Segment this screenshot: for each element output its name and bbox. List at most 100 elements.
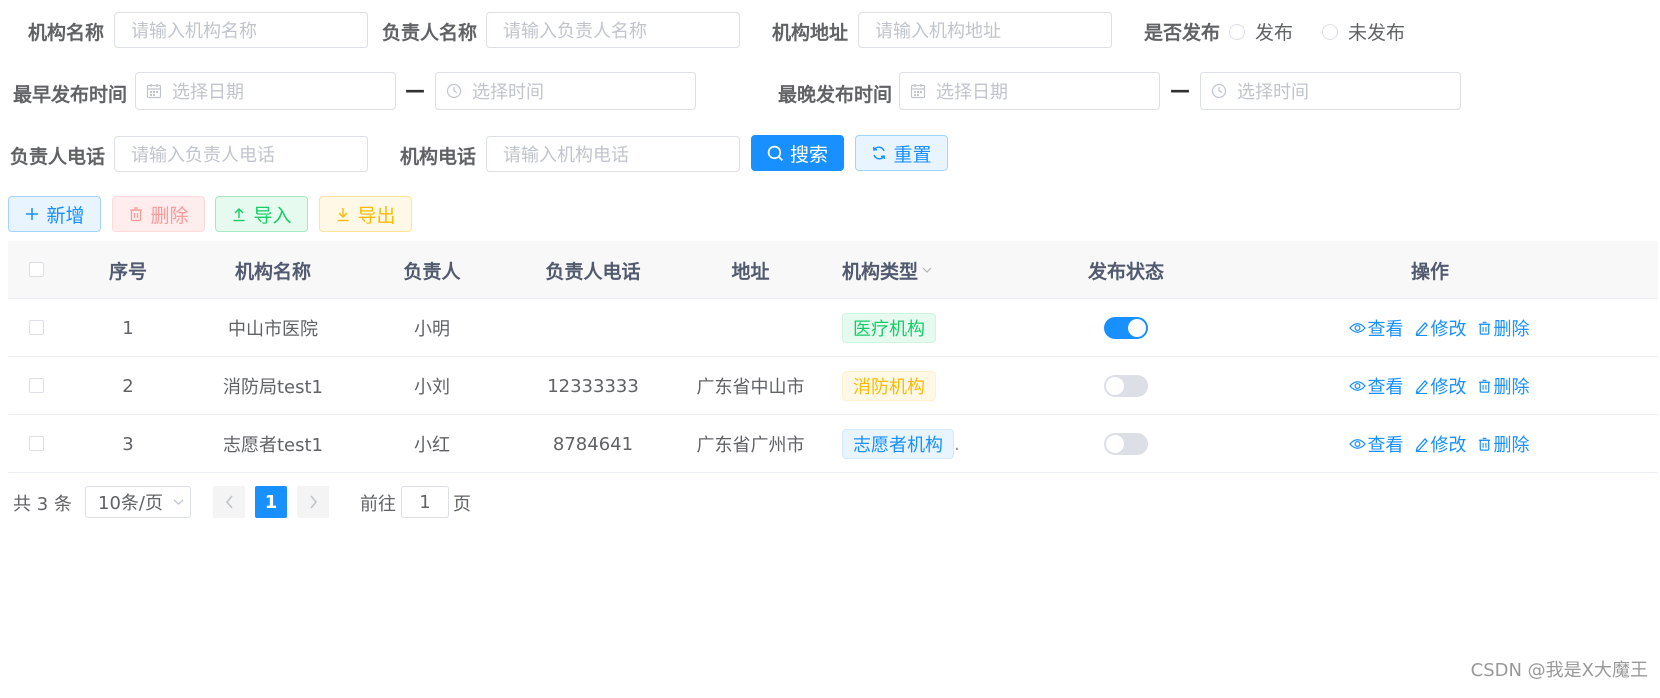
upload-icon xyxy=(231,206,247,222)
column-header-phone: 负责人电话 xyxy=(545,260,641,283)
cell-address xyxy=(688,299,813,357)
page-size-value: 10条/页 xyxy=(98,493,163,514)
cell-phone: 8784641 xyxy=(552,433,634,455)
page-size-select[interactable]: 10条/页 xyxy=(85,486,191,518)
cell-address: 广东省广州市 xyxy=(696,435,805,456)
publish-toggle[interactable] xyxy=(1104,375,1148,397)
refresh-icon xyxy=(871,145,887,161)
row-checkbox[interactable] xyxy=(29,436,44,451)
earliest-date-picker[interactable]: 选择日期 xyxy=(135,72,396,110)
cell-type: 医疗机构 xyxy=(842,299,1042,357)
pencil-icon xyxy=(1414,436,1429,452)
pencil-icon xyxy=(1414,320,1429,336)
cell-address: 广东省中山市 xyxy=(696,377,805,398)
earliest-time-placeholder: 选择时间 xyxy=(472,82,544,103)
earliest-time-picker[interactable]: 选择时间 xyxy=(435,72,696,110)
latest-date-picker[interactable]: 选择日期 xyxy=(899,72,1160,110)
view-label: 查看 xyxy=(1367,435,1404,456)
cell-type: 消防机构 xyxy=(842,357,1042,415)
edit-link[interactable]: 修改 xyxy=(1414,315,1467,341)
leader-phone-input[interactable]: 请输入负责人电话 xyxy=(114,136,368,172)
eye-icon xyxy=(1348,379,1366,393)
column-header-status: 发布状态 xyxy=(1087,260,1164,283)
cell-index: 3 xyxy=(122,433,134,455)
delete-label: 删除 xyxy=(1493,435,1530,456)
cell-leader: 小红 xyxy=(414,435,450,456)
table-row: 1 中山市医院 小明 医疗机构 查看 修改 删除 xyxy=(8,299,1658,357)
org-name-input[interactable]: 请输入机构名称 xyxy=(114,12,368,48)
reset-button[interactable]: 重置 xyxy=(855,135,948,171)
next-page-button[interactable] xyxy=(297,486,329,518)
earliest-range-separator: — xyxy=(405,78,425,102)
radio-published-label: 发布 xyxy=(1255,22,1294,44)
eye-icon xyxy=(1348,321,1366,335)
cell-phone: 12333333 xyxy=(547,375,639,397)
delete-link[interactable]: 删除 xyxy=(1477,373,1530,399)
column-header-index: 序号 xyxy=(108,260,147,283)
clock-icon xyxy=(446,83,468,99)
search-button[interactable]: 搜索 xyxy=(751,135,844,171)
reset-button-label: 重置 xyxy=(893,143,932,166)
edit-link[interactable]: 修改 xyxy=(1414,373,1467,399)
view-label: 查看 xyxy=(1367,319,1404,340)
cell-leader: 小刘 xyxy=(414,377,450,398)
chevron-right-icon xyxy=(309,495,318,509)
publish-toggle[interactable] xyxy=(1104,433,1148,455)
trash-icon xyxy=(1477,436,1492,452)
type-tag: 消防机构 xyxy=(842,371,936,401)
cell-name: 志愿者test1 xyxy=(222,435,324,456)
cell-type: 志愿者机构 . xyxy=(842,415,1042,473)
org-address-label: 机构地址 xyxy=(772,22,849,44)
trash-icon xyxy=(1477,320,1492,336)
org-address-input[interactable]: 请输入机构地址 xyxy=(858,12,1112,48)
add-button[interactable]: 新增 xyxy=(8,196,101,232)
latest-time-picker[interactable]: 选择时间 xyxy=(1200,72,1461,110)
calendar-icon xyxy=(910,83,932,99)
leader-phone-label: 负责人电话 xyxy=(10,146,106,168)
edit-link[interactable]: 修改 xyxy=(1414,431,1467,457)
export-button[interactable]: 导出 xyxy=(319,196,412,232)
delete-button[interactable]: 删除 xyxy=(112,196,205,232)
export-button-label: 导出 xyxy=(357,204,396,227)
column-header-leader: 负责人 xyxy=(403,260,461,283)
type-tag: 医疗机构 xyxy=(842,313,936,343)
radio-published[interactable]: 发布 xyxy=(1229,18,1293,45)
org-phone-input[interactable]: 请输入机构电话 xyxy=(486,136,740,172)
row-checkbox[interactable] xyxy=(29,320,44,335)
latest-time-label: 最晚发布时间 xyxy=(778,84,893,106)
table-row: 2 消防局test1 小刘 12333333 广东省中山市 消防机构 查看 修改… xyxy=(8,357,1658,415)
pencil-icon xyxy=(1414,378,1429,394)
chevron-down-icon xyxy=(173,498,184,506)
leader-name-input[interactable]: 请输入负责人名称 xyxy=(486,12,740,48)
chevron-left-icon xyxy=(225,495,234,509)
cell-leader: 小明 xyxy=(414,319,450,340)
publish-toggle[interactable] xyxy=(1104,317,1148,339)
org-name-label: 机构名称 xyxy=(28,22,105,44)
eye-icon xyxy=(1348,437,1366,451)
delete-link[interactable]: 删除 xyxy=(1477,315,1530,341)
delete-button-label: 删除 xyxy=(150,204,189,227)
download-icon xyxy=(335,206,351,222)
view-link[interactable]: 查看 xyxy=(1348,315,1404,341)
view-link[interactable]: 查看 xyxy=(1348,373,1404,399)
cell-status xyxy=(1066,415,1186,473)
search-button-label: 搜索 xyxy=(789,143,828,166)
import-button[interactable]: 导入 xyxy=(215,196,308,232)
column-header-type[interactable]: 机构类型 xyxy=(842,241,942,299)
select-all-checkbox[interactable] xyxy=(29,262,44,277)
radio-circle-icon xyxy=(1229,23,1245,40)
column-header-type-label: 机构类型 xyxy=(842,260,919,283)
radio-circle-icon xyxy=(1322,23,1338,40)
trash-icon xyxy=(128,206,144,222)
goto-page-input[interactable]: 1 xyxy=(401,486,449,518)
cell-name: 中山市医院 xyxy=(228,319,318,340)
page-number-current[interactable]: 1 xyxy=(255,486,287,518)
prev-page-button[interactable] xyxy=(213,486,245,518)
delete-link[interactable]: 删除 xyxy=(1477,431,1530,457)
cell-index: 1 xyxy=(122,317,134,339)
cell-index: 2 xyxy=(122,375,134,397)
delete-label: 删除 xyxy=(1493,319,1530,340)
row-checkbox[interactable] xyxy=(29,378,44,393)
view-link[interactable]: 查看 xyxy=(1348,431,1404,457)
radio-unpublished[interactable]: 未发布 xyxy=(1322,18,1405,45)
